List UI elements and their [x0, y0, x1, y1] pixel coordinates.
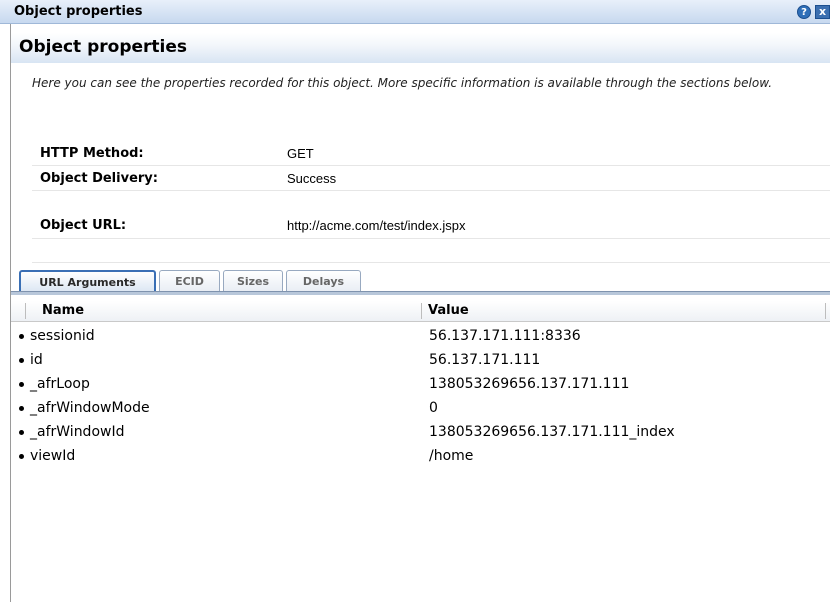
tab-sizes[interactable]: Sizes — [223, 270, 283, 292]
arg-value: 56.137.171.111:8336 — [429, 328, 581, 344]
bullet-icon — [19, 454, 24, 459]
http-method-label: HTTP Method: — [40, 146, 144, 161]
table-row[interactable]: _afrWindowId 138053269656.137.171.111_in… — [11, 421, 830, 445]
tab-url-arguments[interactable]: URL Arguments — [19, 270, 156, 292]
tab-delays[interactable]: Delays — [286, 270, 361, 292]
arg-name: viewId — [30, 448, 76, 464]
divider — [32, 238, 830, 239]
table-header: Name Value — [11, 301, 830, 322]
divider — [32, 262, 830, 263]
arg-value: 56.137.171.111 — [429, 352, 541, 368]
arg-name: _afrLoop — [30, 376, 90, 392]
bullet-icon — [19, 382, 24, 387]
column-divider — [421, 303, 422, 319]
close-icon[interactable]: x — [815, 5, 830, 19]
section-title: Object properties — [19, 37, 188, 57]
bullet-icon — [19, 334, 24, 339]
tab-strip — [11, 291, 830, 295]
divider — [32, 190, 830, 191]
bullet-icon — [19, 358, 24, 363]
bullet-icon — [19, 406, 24, 411]
object-delivery-value: Success — [287, 171, 337, 186]
object-url-label: Object URL: — [40, 218, 127, 233]
tab-ecid[interactable]: ECID — [159, 270, 220, 292]
column-divider — [25, 303, 26, 319]
arg-name: _afrWindowId — [30, 424, 125, 440]
column-divider — [825, 303, 826, 319]
table-row[interactable]: sessionid 56.137.171.111:8336 — [11, 325, 830, 349]
arg-value: 0 — [429, 400, 438, 416]
arg-value: /home — [429, 448, 474, 464]
http-method-value: GET — [287, 146, 314, 161]
intro-text: Here you can see the properties recorded… — [32, 76, 773, 90]
arg-name: id — [30, 352, 43, 368]
help-icon[interactable]: ? — [797, 5, 811, 19]
table-row[interactable]: id 56.137.171.111 — [11, 349, 830, 373]
bullet-icon — [19, 430, 24, 435]
window-titlebar: Object properties ? x — [0, 0, 830, 24]
arg-name: sessionid — [30, 328, 95, 344]
divider — [32, 165, 830, 166]
table-row[interactable]: _afrWindowMode 0 — [11, 397, 830, 421]
column-header-value[interactable]: Value — [428, 303, 469, 318]
column-header-name[interactable]: Name — [42, 303, 84, 318]
arg-value: 138053269656.137.171.111 — [429, 376, 630, 392]
window-title: Object properties — [14, 4, 143, 19]
table-row[interactable]: viewId /home — [11, 445, 830, 469]
object-url-value: http://acme.com/test/index.jspx — [287, 218, 466, 233]
table-row[interactable]: _afrLoop 138053269656.137.171.111 — [11, 373, 830, 397]
arg-name: _afrWindowMode — [30, 400, 150, 416]
section-header: Object properties — [11, 33, 830, 63]
object-delivery-label: Object Delivery: — [40, 171, 158, 186]
arg-value: 138053269656.137.171.111_index — [429, 424, 675, 440]
